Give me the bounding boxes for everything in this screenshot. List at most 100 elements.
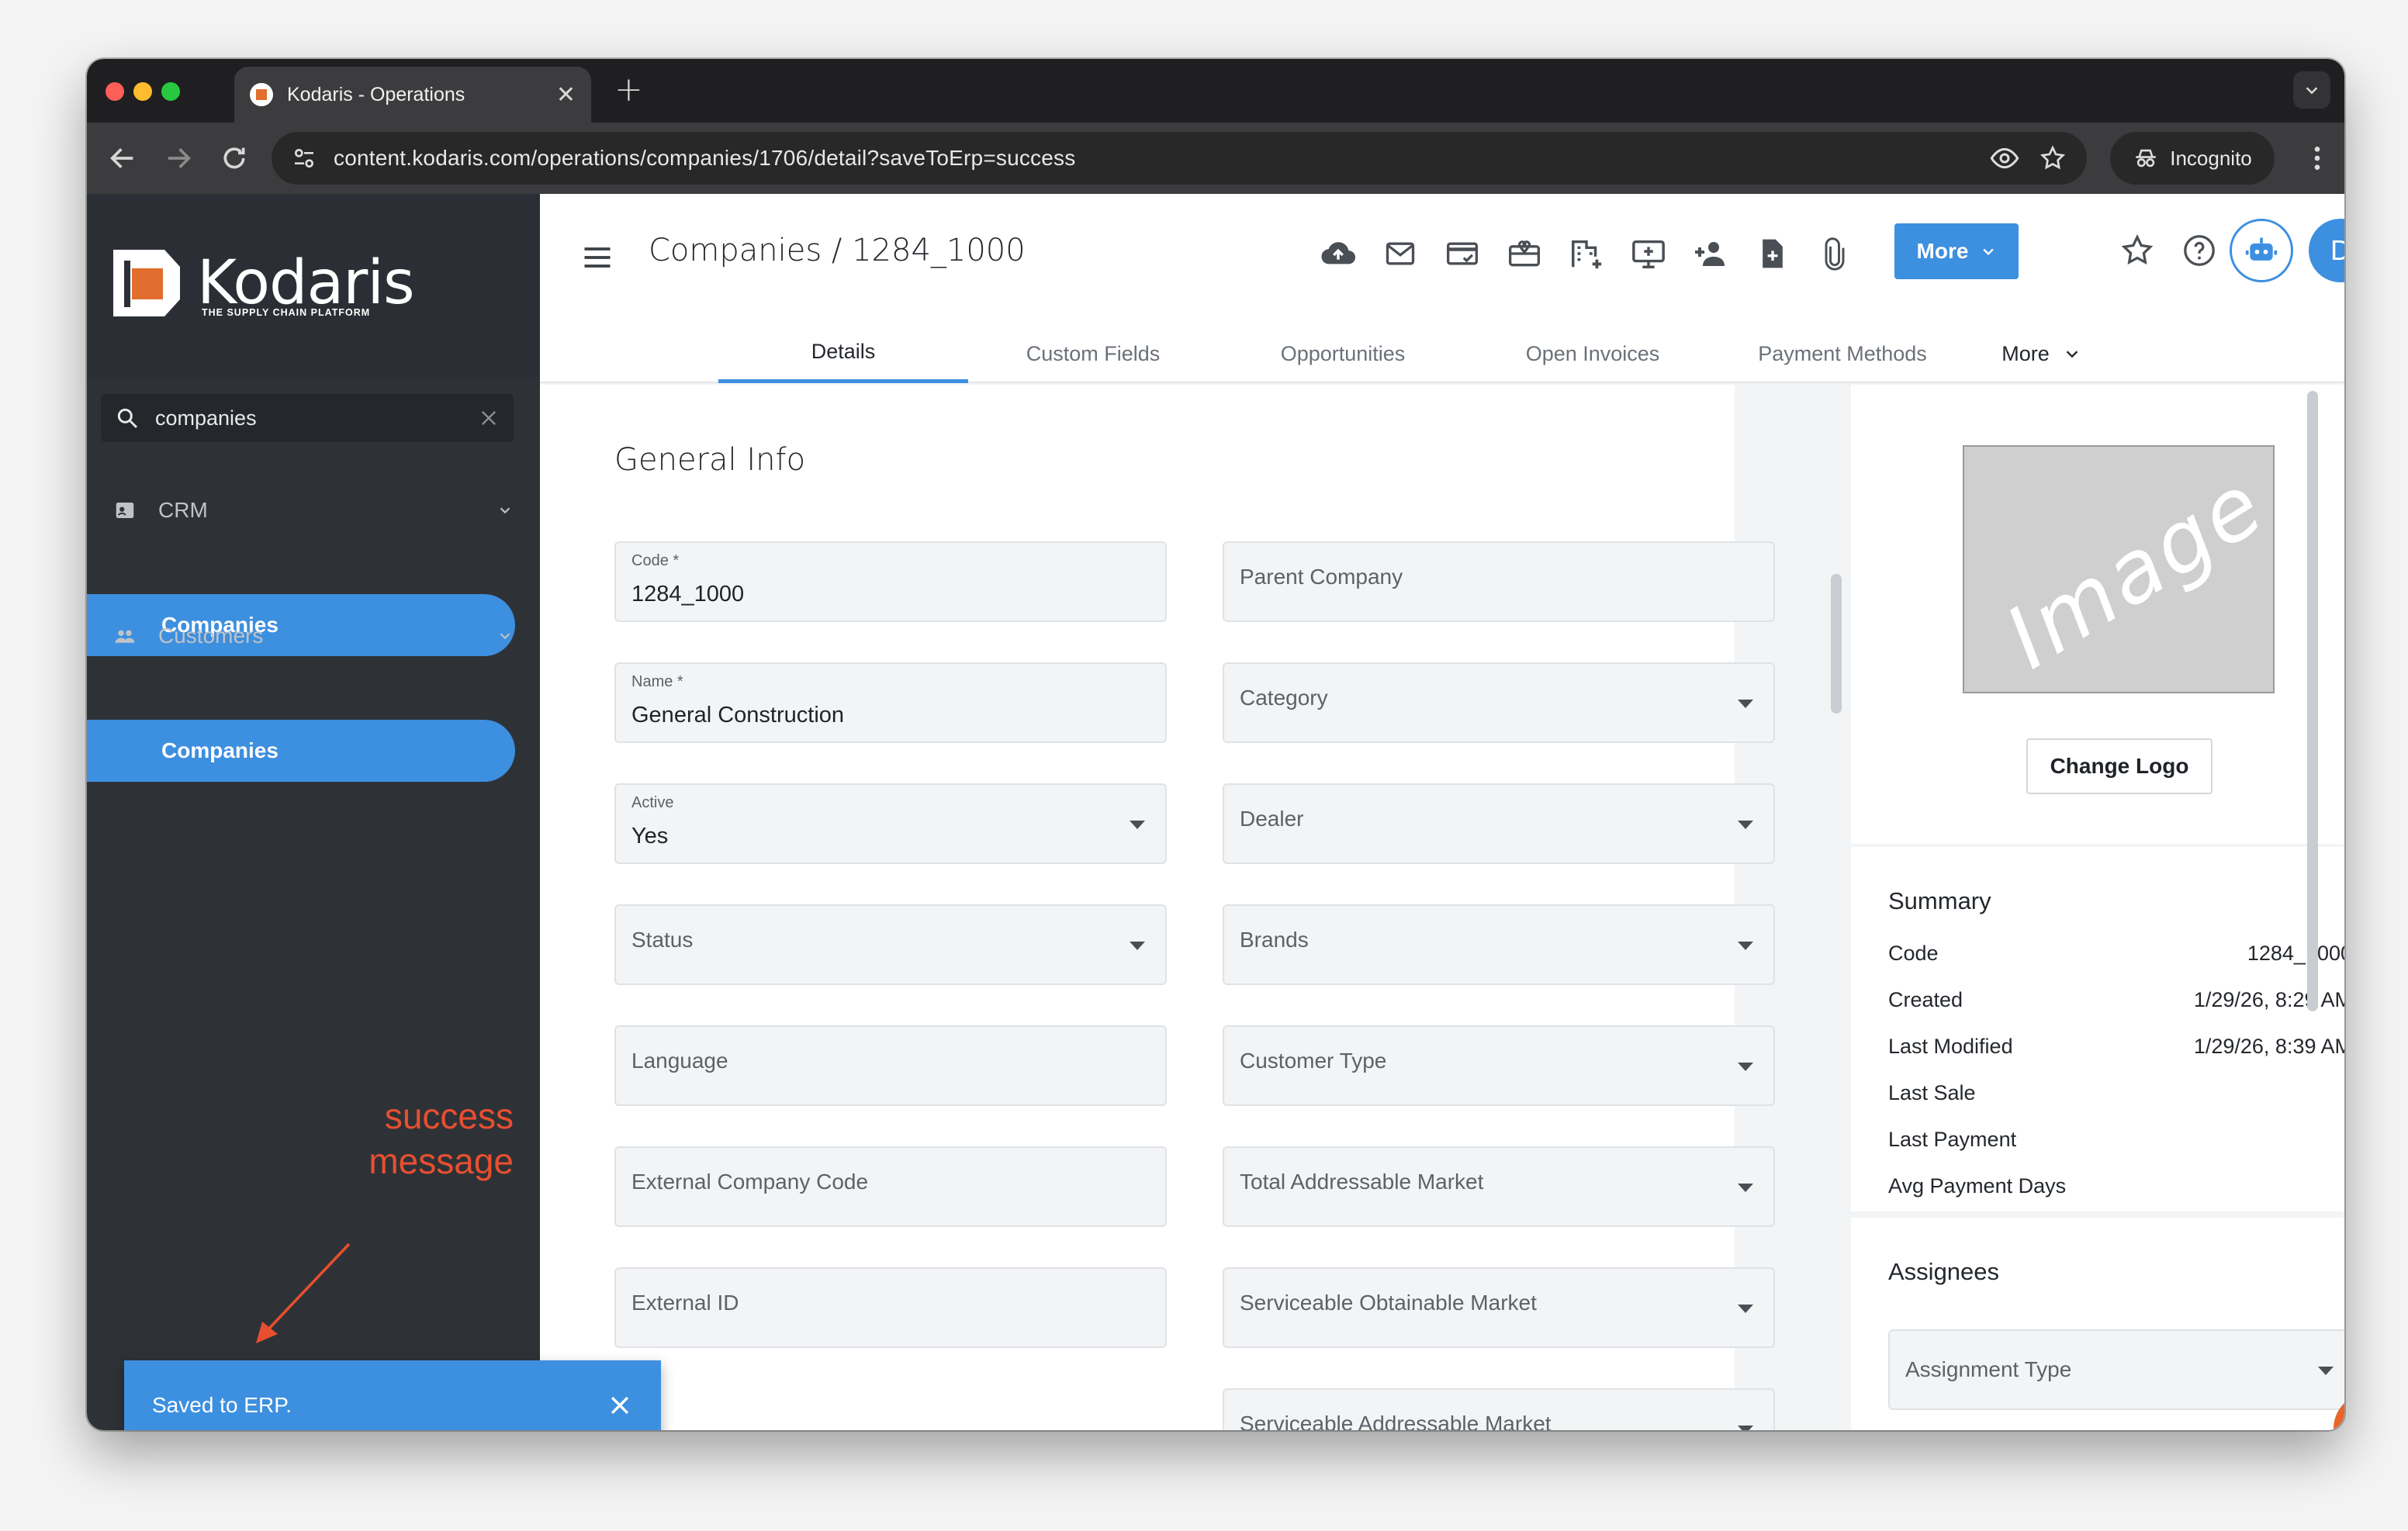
close-window-button[interactable]	[106, 82, 124, 101]
field-label: Active	[631, 794, 674, 811]
status-select[interactable]: Status	[614, 904, 1167, 985]
browser-menu-icon[interactable]	[2302, 143, 2333, 174]
paperclip-icon	[1825, 237, 1845, 271]
right-panel-scrollbar[interactable]	[2307, 391, 2318, 1011]
field-label: Serviceable Addressable Market	[1240, 1412, 1552, 1430]
sidebar-group-customers[interactable]: Customers	[87, 611, 540, 661]
field-label: Parent Company	[1240, 565, 1403, 589]
language-field[interactable]: Language	[614, 1025, 1167, 1106]
customer-type-select[interactable]: Customer Type	[1223, 1025, 1775, 1106]
building-add-icon	[1572, 240, 1602, 269]
cloud-upload-icon	[1321, 242, 1356, 264]
section-title: General Info	[614, 442, 806, 478]
code-field[interactable]: Code * 1284_1000	[614, 541, 1167, 622]
address-bar[interactable]: content.kodaris.com/operations/companies…	[272, 132, 2087, 185]
close-toast-icon[interactable]	[607, 1392, 633, 1419]
active-select[interactable]: Active Yes	[614, 783, 1167, 864]
total-addressable-market-select[interactable]: Total Addressable Market	[1223, 1146, 1775, 1227]
page-header: Companies / 1284_1000 More D Details Cus…	[540, 194, 2344, 383]
close-tab-icon[interactable]: ✕	[556, 81, 576, 109]
site-settings-icon[interactable]	[292, 146, 317, 171]
bookmark-star-icon[interactable]	[2039, 144, 2067, 172]
back-arrow-icon[interactable]	[107, 143, 138, 174]
sidebar-item-customer-companies[interactable]: Companies	[87, 720, 515, 782]
sidebar-search-value[interactable]: companies	[155, 406, 462, 430]
summary-label: Created	[1888, 988, 1963, 1011]
browser-tab[interactable]: Kodaris - Operations ✕	[234, 67, 591, 123]
ai-assistant-button[interactable]	[2230, 219, 2293, 282]
tab-payment-methods[interactable]: Payment Methods	[1718, 324, 1967, 383]
forward-arrow-icon[interactable]	[163, 143, 194, 174]
change-logo-button[interactable]: Change Logo	[2026, 738, 2213, 794]
dealer-select[interactable]: Dealer	[1223, 783, 1775, 864]
cloud-upload-button[interactable]	[1319, 234, 1358, 273]
summary-value: 1/29/26, 8:29 AM	[2193, 988, 2344, 1011]
brand-logo[interactable]: Kodaris THE SUPPLY CHAIN PLATFORM	[87, 194, 540, 378]
email-button[interactable]	[1381, 234, 1420, 273]
payment-button[interactable]	[1443, 234, 1482, 273]
more-actions-button[interactable]: More	[1894, 223, 2019, 279]
tab-more[interactable]: More	[1967, 324, 2115, 383]
external-id-field[interactable]: External ID	[614, 1267, 1167, 1348]
new-tab-icon[interactable]: +	[614, 70, 643, 109]
summary-row: Last Payment	[1888, 1128, 2344, 1159]
sidebar-search-input[interactable]: companies	[101, 394, 514, 442]
field-value[interactable]: General Construction	[631, 703, 844, 728]
user-avatar[interactable]: D	[2309, 219, 2344, 282]
minimize-window-button[interactable]	[133, 82, 152, 101]
main-content: Companies / 1284_1000 More D Details Cus…	[540, 194, 2344, 1430]
form-scrollbar[interactable]	[1831, 574, 1842, 714]
dropdown-caret-icon	[1738, 942, 1753, 950]
reload-icon[interactable]	[219, 143, 250, 174]
parent-company-field[interactable]: Parent Company	[1223, 541, 1775, 622]
field-value[interactable]: Yes	[631, 824, 668, 849]
external-company-code-field[interactable]: External Company Code	[614, 1146, 1167, 1227]
file-add-icon	[1763, 239, 1783, 268]
tab-more-label: More	[2001, 341, 2050, 365]
browser-window: Kodaris - Operations ✕ + content.kodaris…	[87, 59, 2344, 1430]
attach-button[interactable]	[1815, 234, 1854, 273]
serviceable-obtainable-market-select[interactable]: Serviceable Obtainable Market	[1223, 1267, 1775, 1348]
mail-icon	[1386, 242, 1415, 265]
add-document-button[interactable]	[1753, 234, 1792, 273]
field-value[interactable]: 1284_1000	[631, 582, 744, 607]
assignees-title: Assignees	[1888, 1258, 2000, 1285]
category-select[interactable]: Category	[1223, 662, 1775, 743]
assignment-type-select[interactable]: Assignment Type	[1888, 1329, 2344, 1410]
brands-select[interactable]: Brands	[1223, 904, 1775, 985]
browser-toolbar: content.kodaris.com/operations/companies…	[87, 123, 2344, 194]
serviceable-addressable-market-select[interactable]: Serviceable Addressable Market	[1223, 1388, 1775, 1430]
field-label: Dealer	[1240, 807, 1304, 831]
name-field[interactable]: Name * General Construction	[614, 662, 1167, 743]
favorite-button[interactable]	[2118, 231, 2157, 270]
summary-row: Code 1284_1000	[1888, 942, 2344, 973]
hamburger-menu-icon[interactable]	[580, 240, 614, 275]
tab-opportunities[interactable]: Opportunities	[1218, 324, 1468, 383]
tab-custom-fields[interactable]: Custom Fields	[968, 324, 1218, 383]
success-toast: Saved to ERP.	[124, 1360, 661, 1430]
summary-title: Summary	[1888, 887, 1991, 914]
sidebar-group-crm[interactable]: CRM	[87, 486, 540, 535]
gift-card-button[interactable]	[1505, 234, 1544, 273]
clear-search-icon[interactable]	[478, 407, 500, 429]
right-panel: Image Change Logo Summary Code 1284_1000…	[1851, 385, 2344, 1430]
tab-details[interactable]: Details	[718, 324, 968, 383]
help-button[interactable]	[2180, 231, 2219, 270]
tab-open-invoices[interactable]: Open Invoices	[1468, 324, 1718, 383]
dropdown-caret-icon	[1130, 821, 1145, 829]
tab-search-button[interactable]	[2293, 71, 2330, 109]
dropdown-caret-icon	[1738, 1426, 1753, 1430]
field-label: Total Addressable Market	[1240, 1170, 1484, 1194]
add-contact-button[interactable]	[1691, 234, 1730, 273]
annotation-arrow-icon	[256, 1242, 351, 1343]
eye-icon[interactable]	[1989, 143, 2020, 174]
annotation-label: success message	[368, 1094, 514, 1184]
url-text[interactable]: content.kodaris.com/operations/companies…	[334, 146, 1989, 171]
add-location-button[interactable]	[1567, 234, 1606, 273]
add-screen-button[interactable]	[1629, 234, 1668, 273]
sidebar-group-label: Customers	[158, 624, 264, 648]
incognito-indicator[interactable]: Incognito	[2110, 132, 2275, 185]
star-icon	[2121, 233, 2154, 265]
field-label: Status	[631, 928, 694, 952]
maximize-window-button[interactable]	[161, 82, 180, 101]
